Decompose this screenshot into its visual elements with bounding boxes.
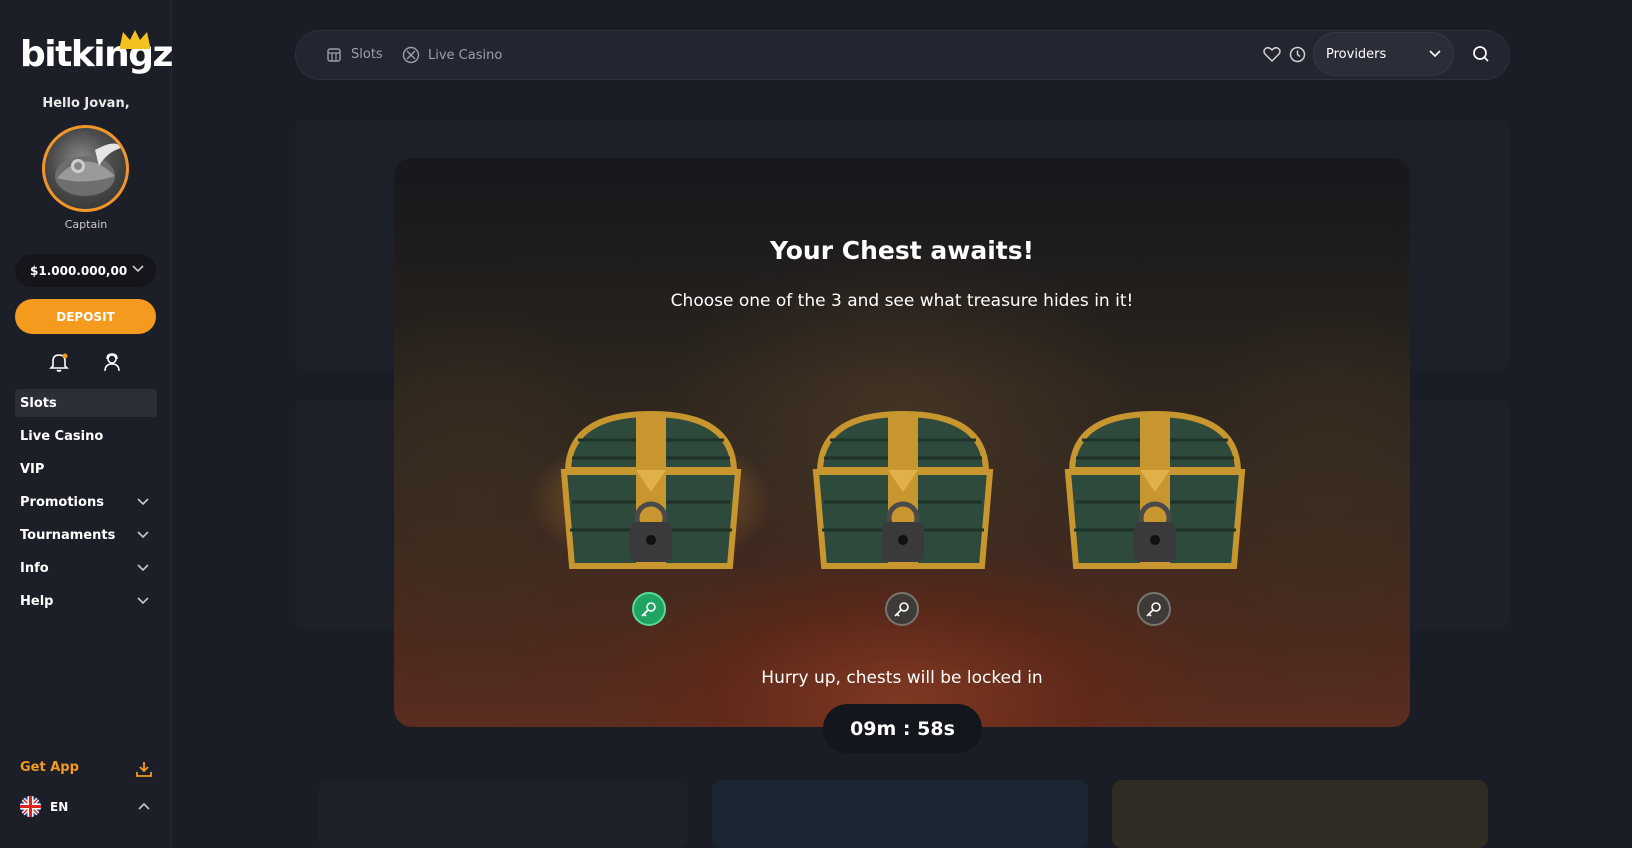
deposit-button[interactable]: DEPOSIT — [15, 299, 156, 334]
background-game-card — [1112, 780, 1488, 848]
treasure-chest-icon — [560, 410, 742, 569]
lock-countdown-text: Hurry up, chests will be locked in — [761, 668, 1043, 688]
user-greeting: Hello Jovan, — [42, 96, 130, 111]
providers-label: Providers — [1326, 46, 1387, 62]
treasure-chest-2[interactable] — [810, 410, 996, 572]
chest-3-key-button[interactable] — [1137, 592, 1171, 626]
top-link-label: Live Casino — [428, 47, 503, 63]
user-rank: Captain — [64, 218, 108, 231]
sidebar-item-label: Promotions — [20, 494, 104, 510]
sidebar-item-tournaments[interactable]: Tournaments — [15, 521, 157, 549]
key-icon — [1146, 602, 1161, 617]
chest-2-key-button[interactable] — [885, 592, 919, 626]
download-icon[interactable] — [135, 760, 153, 778]
sidebar-item-slots[interactable]: Slots — [15, 389, 157, 417]
chevron-up-icon[interactable] — [138, 802, 150, 810]
chevron-down-icon — [137, 597, 149, 605]
sidebar-item-label: Info — [20, 560, 49, 576]
sidebar-item-label: Live Casino — [20, 428, 104, 444]
chevron-down-icon — [137, 564, 149, 572]
sidebar-item-help[interactable]: Help — [15, 587, 157, 615]
sidebar-nav: Slots Live Casino VIP Promotions Tournam… — [15, 389, 157, 620]
modal-title: Your Chest awaits! — [769, 236, 1035, 265]
top-link-live-casino[interactable]: Live Casino — [402, 46, 502, 64]
treasure-chest-icon — [1064, 410, 1246, 569]
sidebar: bitkingz Hello Jovan, Captain $1.000.000… — [0, 0, 173, 848]
background-game-card — [318, 780, 688, 848]
modal-subtitle: Choose one of the 3 and see what treasur… — [670, 291, 1134, 311]
sidebar-item-label: Help — [20, 593, 54, 609]
treasure-chest-1[interactable] — [528, 410, 774, 572]
get-app-link[interactable]: Get App — [20, 760, 79, 775]
clock-icon[interactable] — [1289, 46, 1306, 63]
bell-icon[interactable] — [49, 352, 69, 372]
sidebar-item-label: VIP — [20, 461, 45, 477]
key-icon — [894, 602, 909, 617]
countdown-timer: 09m : 58s — [823, 704, 982, 753]
chevron-down-icon — [132, 265, 144, 273]
chevron-down-icon — [137, 531, 149, 539]
chevron-down-icon — [1429, 50, 1441, 58]
chest-1-key-button[interactable] — [632, 592, 666, 626]
search-icon — [1473, 46, 1489, 62]
top-link-label: Slots — [351, 47, 383, 62]
sidebar-item-vip[interactable]: VIP — [15, 455, 157, 483]
crown-icon — [120, 30, 150, 49]
chest-modal: Your Chest awaits! Choose one of the 3 a… — [394, 158, 1410, 727]
sidebar-item-label: Tournaments — [20, 527, 116, 543]
sidebar-item-label: Slots — [20, 395, 57, 411]
brand-logo[interactable]: bitkingz — [20, 30, 173, 75]
language-code: EN — [50, 799, 69, 814]
search-button[interactable] — [1466, 39, 1496, 69]
uk-flag-icon — [20, 796, 41, 817]
chip-icon — [402, 46, 420, 64]
background-game-card — [712, 780, 1088, 848]
treasure-chest-icon — [812, 410, 994, 569]
language-selector[interactable]: EN — [20, 796, 68, 817]
sidebar-item-promotions[interactable]: Promotions — [15, 488, 157, 516]
top-link-slots[interactable]: Slots — [326, 46, 383, 63]
key-icon — [641, 602, 656, 617]
providers-dropdown[interactable]: Providers — [1313, 32, 1454, 76]
captain-hat-icon — [55, 143, 121, 196]
slot-machine-icon — [327, 48, 341, 62]
sidebar-item-info[interactable]: Info — [15, 554, 157, 582]
balance-value: $1.000.000,00 — [30, 263, 128, 278]
heart-icon[interactable] — [1263, 46, 1281, 62]
support-agent-icon[interactable] — [102, 352, 122, 372]
chevron-down-icon — [137, 498, 149, 506]
treasure-chest-3[interactable] — [1062, 410, 1248, 572]
balance-dropdown[interactable]: $1.000.000,00 — [15, 254, 156, 287]
sidebar-item-live-casino[interactable]: Live Casino — [15, 422, 157, 450]
avatar[interactable] — [42, 125, 129, 212]
